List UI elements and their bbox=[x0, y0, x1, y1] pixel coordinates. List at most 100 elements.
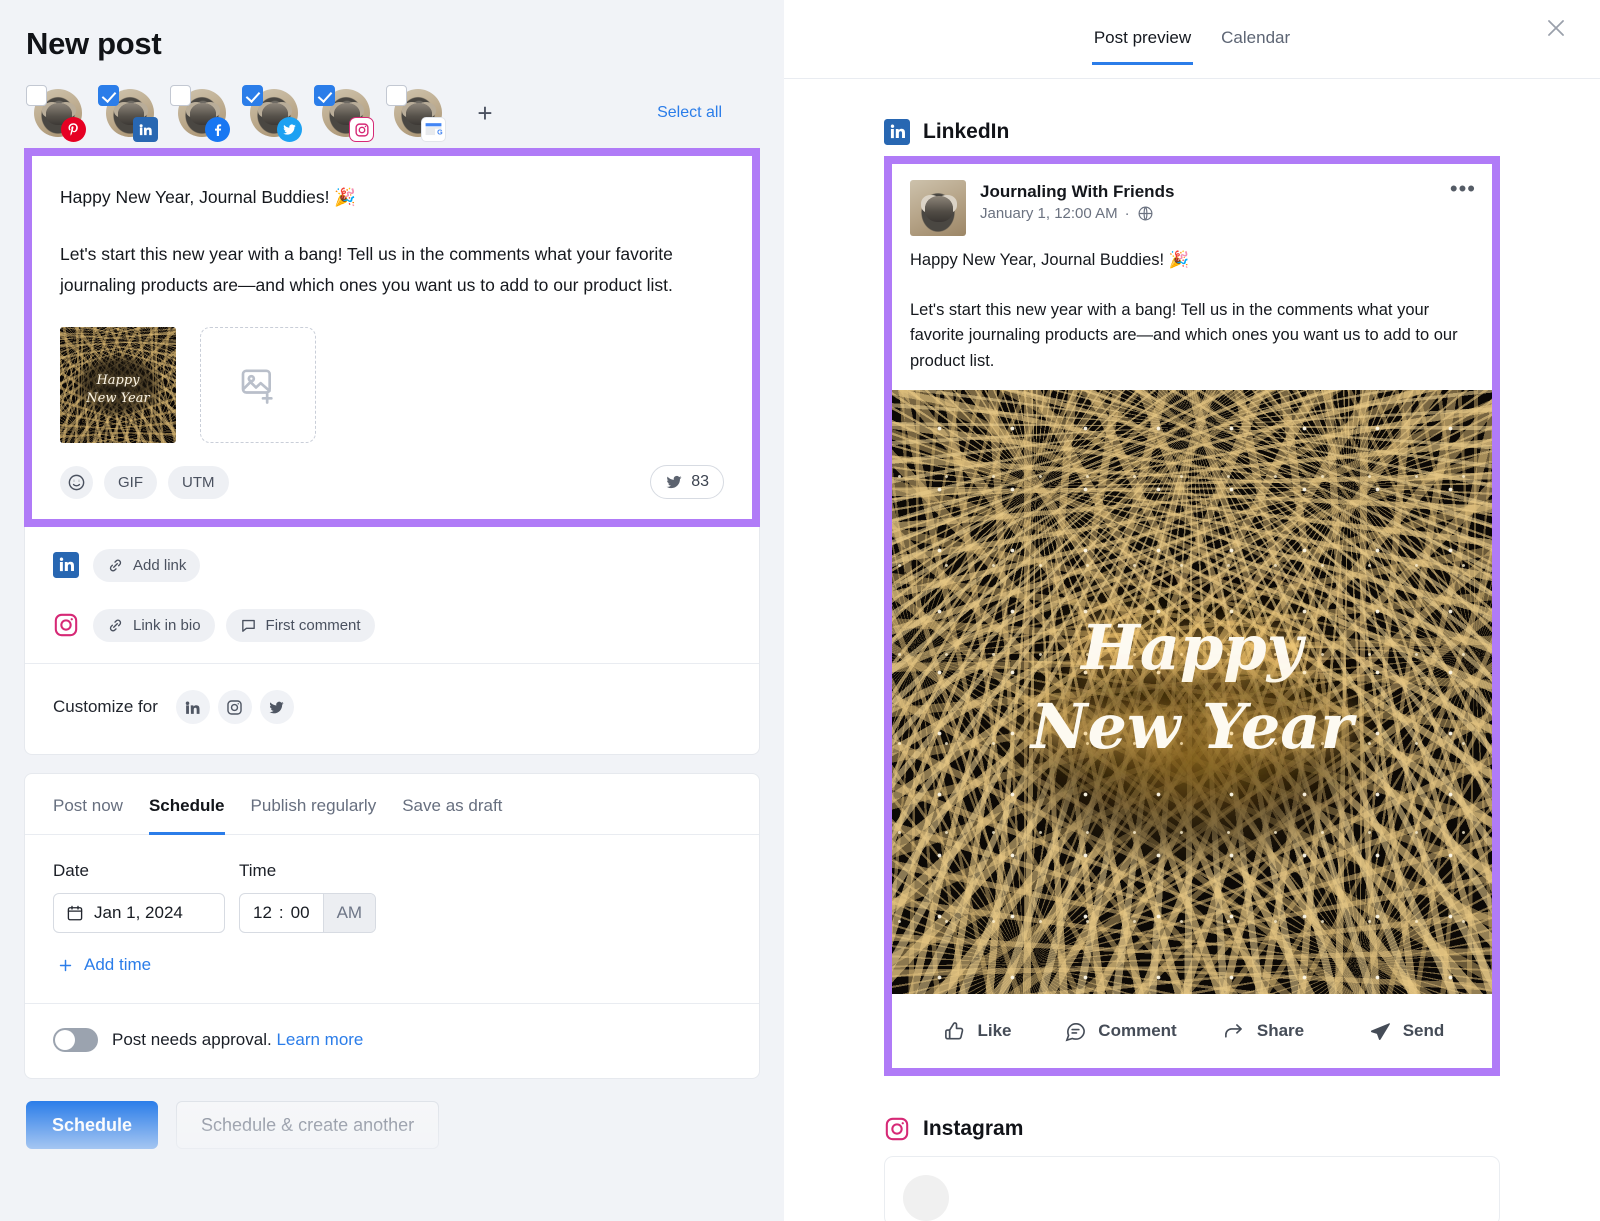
image-caption: Happy New Year bbox=[892, 608, 1492, 767]
learn-more-link[interactable]: Learn more bbox=[276, 1030, 363, 1049]
emoji-icon bbox=[67, 473, 86, 492]
tab-schedule[interactable]: Schedule bbox=[149, 774, 225, 835]
svg-text:G: G bbox=[437, 128, 443, 136]
instagram-icon bbox=[53, 612, 79, 638]
profile-instagram[interactable] bbox=[314, 85, 372, 141]
profile-checkbox-pinterest[interactable] bbox=[26, 85, 47, 106]
schedule-field-labels: Date Time bbox=[53, 861, 731, 881]
preview-network-header-instagram: Instagram bbox=[884, 1116, 1500, 1142]
profile-google-business[interactable]: G bbox=[386, 85, 444, 141]
comment-button[interactable]: Comment bbox=[1049, 1020, 1192, 1043]
profile-checkbox-google-business[interactable] bbox=[386, 85, 407, 106]
time-separator: : bbox=[279, 903, 284, 923]
gif-button[interactable]: GIF bbox=[104, 466, 157, 499]
twitter-icon bbox=[665, 473, 683, 491]
add-media-button[interactable] bbox=[200, 327, 316, 443]
profile-facebook[interactable] bbox=[170, 85, 228, 141]
schedule-tabs: Post now Schedule Publish regularly Save… bbox=[25, 774, 759, 835]
media-thumbnail[interactable]: Happy New Year bbox=[60, 327, 176, 443]
link-icon bbox=[107, 617, 124, 634]
select-all-link[interactable]: Select all bbox=[657, 104, 760, 122]
like-button[interactable]: Like bbox=[906, 1020, 1049, 1043]
time-numbers[interactable]: 12 : 00 bbox=[240, 894, 323, 932]
time-minute[interactable]: 00 bbox=[291, 903, 310, 923]
customize-instagram-button[interactable] bbox=[218, 690, 252, 724]
schedule-inputs: Jan 1, 2024 12 : 00 AM bbox=[53, 893, 731, 933]
comment-icon bbox=[240, 617, 257, 634]
post-paragraph-1: Happy New Year, Journal Buddies! 🎉 bbox=[60, 182, 724, 213]
tab-publish-regularly[interactable]: Publish regularly bbox=[251, 774, 377, 835]
date-value: Jan 1, 2024 bbox=[94, 903, 183, 923]
post-text-editor[interactable]: Happy New Year, Journal Buddies! 🎉 Let's… bbox=[60, 182, 724, 301]
author-name: Journaling With Friends bbox=[980, 182, 1174, 202]
profile-checkbox-facebook[interactable] bbox=[170, 85, 191, 106]
profile-twitter[interactable] bbox=[242, 85, 300, 141]
post-composer[interactable]: Happy New Year, Journal Buddies! 🎉 Let's… bbox=[32, 156, 752, 519]
instagram-icon bbox=[884, 1116, 910, 1142]
link-in-bio-button[interactable]: Link in bio bbox=[93, 609, 215, 642]
schedule-body: Date Time Jan 1, 2024 bbox=[25, 835, 759, 1003]
close-button[interactable] bbox=[1536, 8, 1576, 48]
preview-paragraph-2: Let's start this new year with a bang! T… bbox=[910, 298, 1474, 375]
tab-post-preview[interactable]: Post preview bbox=[1092, 0, 1193, 65]
time-input[interactable]: 12 : 00 AM bbox=[239, 893, 376, 933]
date-label: Date bbox=[53, 861, 239, 881]
google-business-icon: G bbox=[421, 117, 446, 142]
footer-actions: Schedule Schedule & create another bbox=[24, 1101, 760, 1149]
customize-linkedin-button[interactable] bbox=[176, 690, 210, 724]
add-profile-button[interactable]: + bbox=[468, 96, 502, 130]
more-horizontal-icon[interactable]: ••• bbox=[1450, 178, 1476, 200]
emoji-button[interactable] bbox=[60, 466, 93, 499]
facebook-icon bbox=[205, 117, 230, 142]
instagram-post-preview bbox=[884, 1156, 1500, 1221]
comment-icon bbox=[1064, 1020, 1087, 1043]
schedule-button[interactable]: Schedule bbox=[26, 1101, 158, 1149]
tab-calendar[interactable]: Calendar bbox=[1219, 0, 1292, 65]
profile-pinterest[interactable] bbox=[26, 85, 84, 141]
approval-toggle[interactable] bbox=[53, 1028, 98, 1052]
tab-save-as-draft[interactable]: Save as draft bbox=[402, 774, 502, 835]
image-caption-line-2: New Year bbox=[892, 687, 1492, 766]
preview-network-header-linkedin: LinkedIn bbox=[884, 119, 1500, 145]
share-arrow-icon bbox=[1223, 1020, 1246, 1043]
post-composer-highlight: Happy New Year, Journal Buddies! 🎉 Let's… bbox=[24, 148, 760, 527]
time-hour[interactable]: 12 bbox=[253, 903, 272, 923]
linkedin-icon bbox=[184, 699, 201, 716]
profile-linkedin[interactable] bbox=[98, 85, 156, 141]
post-paragraph-2: Let's start this new year with a bang! T… bbox=[60, 239, 724, 301]
schedule-card: Post now Schedule Publish regularly Save… bbox=[24, 773, 760, 1079]
customize-twitter-button[interactable] bbox=[260, 690, 294, 724]
preview-paragraph-1: Happy New Year, Journal Buddies! 🎉 bbox=[910, 248, 1474, 274]
timestamp-value: January 1, 12:00 AM bbox=[980, 205, 1118, 222]
plus-icon bbox=[57, 957, 74, 974]
add-time-button[interactable]: Add time bbox=[53, 955, 731, 975]
media-attachments: Happy New Year bbox=[60, 327, 724, 443]
preview-header: Post preview Calendar bbox=[784, 0, 1600, 79]
share-button[interactable]: Share bbox=[1192, 1020, 1335, 1043]
image-caption-line-1: Happy bbox=[892, 608, 1492, 687]
date-input[interactable]: Jan 1, 2024 bbox=[53, 893, 225, 933]
globe-icon bbox=[1137, 205, 1154, 222]
preview-panel: Post preview Calendar LinkedIn bbox=[784, 0, 1600, 1221]
send-button[interactable]: Send bbox=[1335, 1020, 1478, 1043]
utm-button[interactable]: UTM bbox=[168, 466, 229, 499]
add-time-label: Add time bbox=[84, 955, 151, 975]
approval-text: Post needs approval. Learn more bbox=[112, 1030, 363, 1050]
profile-checkbox-linkedin[interactable] bbox=[98, 85, 119, 106]
customize-label: Customize for bbox=[53, 697, 158, 717]
profile-checkbox-instagram[interactable] bbox=[314, 85, 335, 106]
profile-checkbox-twitter[interactable] bbox=[242, 85, 263, 106]
schedule-and-create-another-button[interactable]: Schedule & create another bbox=[176, 1101, 439, 1149]
add-link-button[interactable]: Add link bbox=[93, 549, 200, 582]
add-image-icon bbox=[238, 365, 278, 405]
time-meridiem[interactable]: AM bbox=[323, 894, 376, 932]
avatar bbox=[903, 1175, 949, 1221]
send-icon bbox=[1369, 1020, 1392, 1043]
twitter-character-counter: 83 bbox=[650, 465, 724, 499]
tab-post-now[interactable]: Post now bbox=[53, 774, 123, 835]
linkedin-options-row: Add link bbox=[25, 527, 759, 595]
first-comment-label: First comment bbox=[266, 617, 361, 634]
pinterest-icon bbox=[61, 117, 86, 142]
thumbs-up-icon bbox=[943, 1020, 966, 1043]
first-comment-button[interactable]: First comment bbox=[226, 609, 375, 642]
